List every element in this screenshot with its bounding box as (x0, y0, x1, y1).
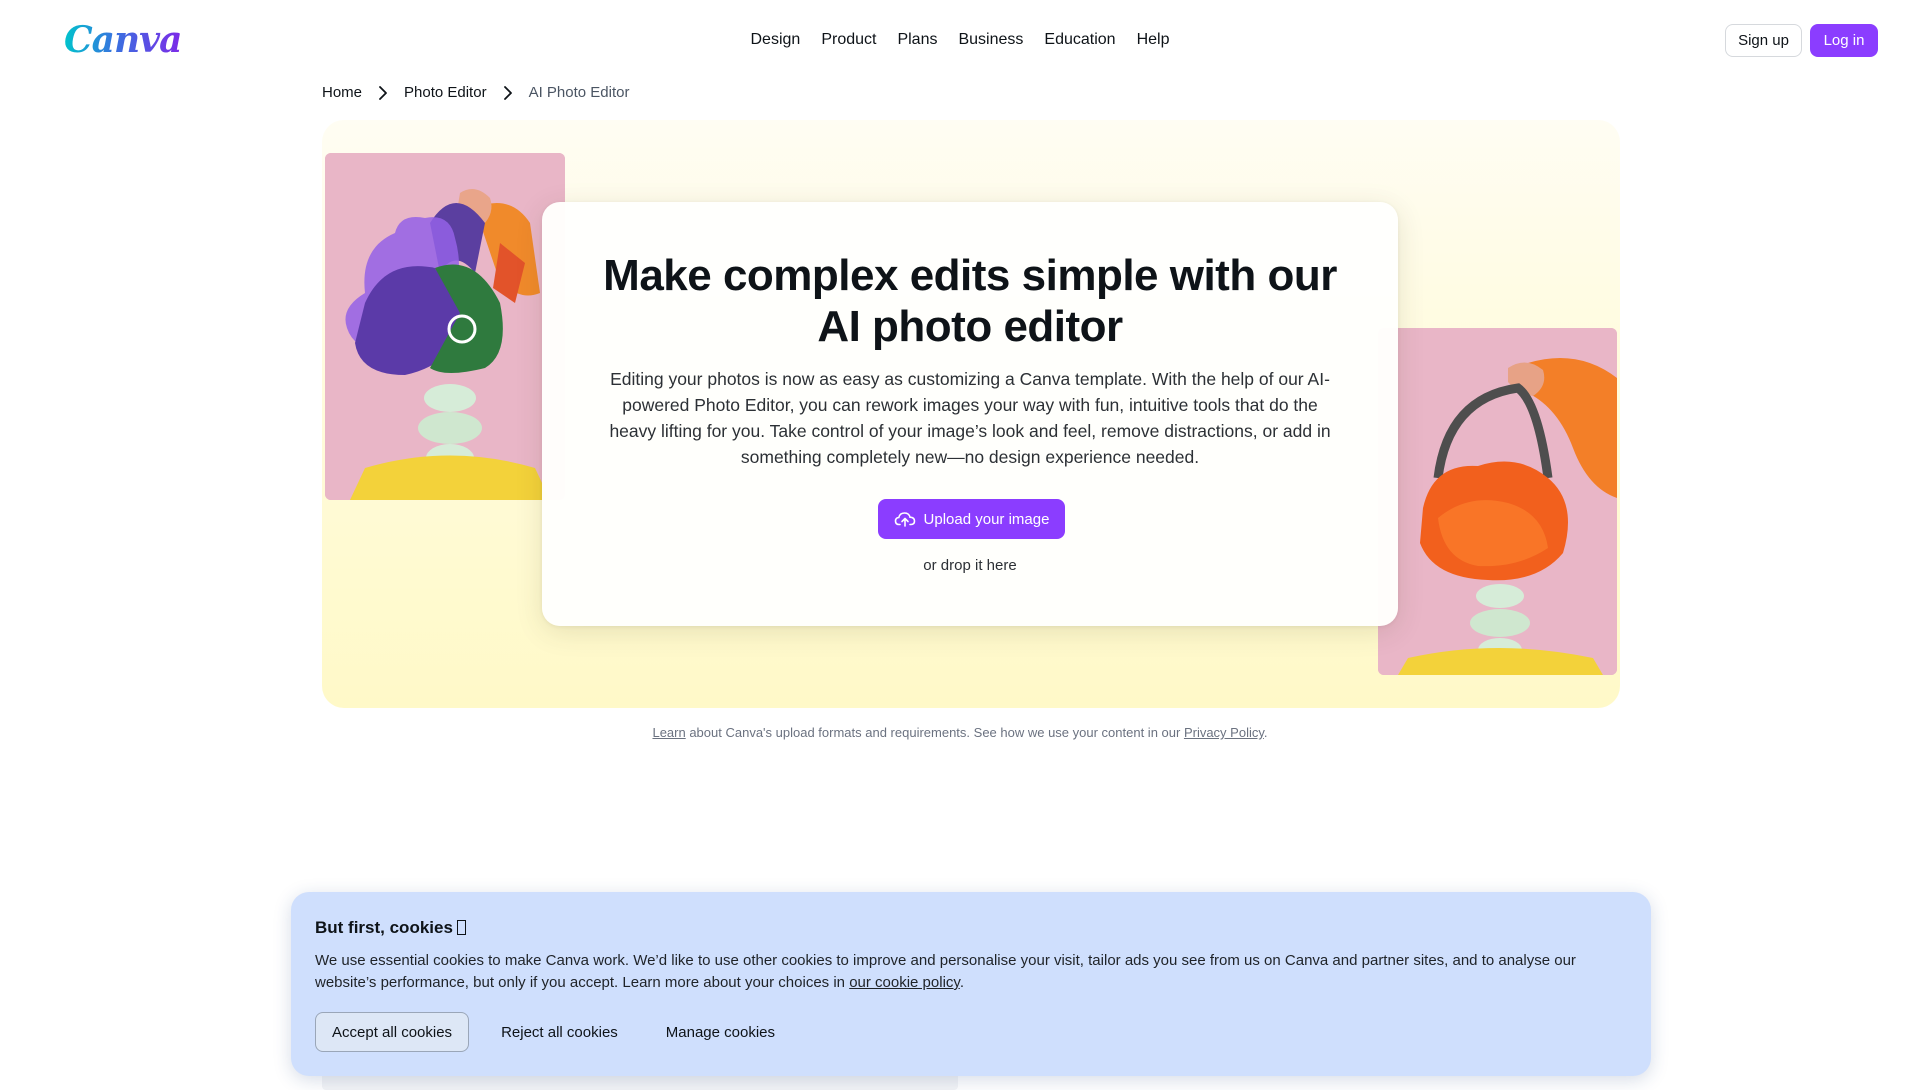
cookie-actions: Accept all cookies Reject all cookies Ma… (315, 1012, 791, 1052)
note-text: about Canva's upload formats and require… (685, 725, 1184, 740)
breadcrumb-photo-editor[interactable]: Photo Editor (404, 82, 487, 104)
privacy-policy-link[interactable]: Privacy Policy (1184, 725, 1264, 740)
drop-hint: or drop it here (923, 557, 1017, 574)
nav-item-product[interactable]: Product (821, 28, 876, 52)
hero-description: Editing your photos is now as easy as cu… (609, 369, 1331, 467)
upload-image-button[interactable]: Upload your image (878, 499, 1065, 539)
site-header: Canva Design Product Plans Business Educ… (0, 0, 1920, 80)
cloud-upload-icon (894, 512, 915, 527)
log-in-button[interactable]: Log in (1810, 24, 1878, 57)
cookie-text-end: . (959, 974, 964, 991)
nav-item-design[interactable]: Design (751, 28, 801, 52)
cookie-policy-link[interactable]: our cookie policy (849, 974, 960, 991)
main-nav: Design Product Plans Business Education … (0, 28, 1920, 52)
cookie-banner: But first, cookies We use essential cook… (291, 892, 1651, 1076)
cookie-description: We use essential cookies to make Canva w… (315, 950, 1627, 994)
cookie-emoji-icon (456, 920, 466, 935)
chevron-right-icon (503, 86, 512, 100)
hero-card: Make complex edits simple with our AI ph… (542, 202, 1398, 626)
breadcrumb-current: AI Photo Editor (528, 84, 630, 101)
nav-item-business[interactable]: Business (958, 28, 1023, 52)
hero-section[interactable]: Make complex edits simple with our AI ph… (322, 120, 1620, 708)
orange-fur-handbag-photo (1378, 328, 1617, 675)
nav-item-help[interactable]: Help (1137, 28, 1170, 52)
upload-note: Learn about Canva's upload formats and r… (0, 724, 1920, 742)
hero-title: Make complex edits simple with our AI ph… (603, 251, 1337, 351)
nav-item-education[interactable]: Education (1044, 28, 1115, 52)
breadcrumb-home[interactable]: Home (322, 82, 362, 104)
nav-item-plans[interactable]: Plans (897, 28, 937, 52)
cookie-title: But first, cookies (315, 916, 466, 940)
upload-button-label: Upload your image (923, 510, 1050, 528)
reject-all-cookies-button[interactable]: Reject all cookies (485, 1012, 634, 1052)
manage-cookies-button[interactable]: Manage cookies (650, 1012, 791, 1052)
purple-green-handbag-photo (325, 153, 565, 500)
accept-all-cookies-button[interactable]: Accept all cookies (315, 1012, 470, 1052)
chevron-right-icon (379, 86, 387, 100)
learn-link[interactable]: Learn (652, 725, 685, 740)
note-end: . (1263, 725, 1268, 740)
cookie-title-text: But first, cookies (315, 918, 453, 937)
sign-up-button[interactable]: Sign up (1725, 24, 1802, 57)
breadcrumb: Home Photo Editor AI Photo Editor (322, 82, 629, 104)
